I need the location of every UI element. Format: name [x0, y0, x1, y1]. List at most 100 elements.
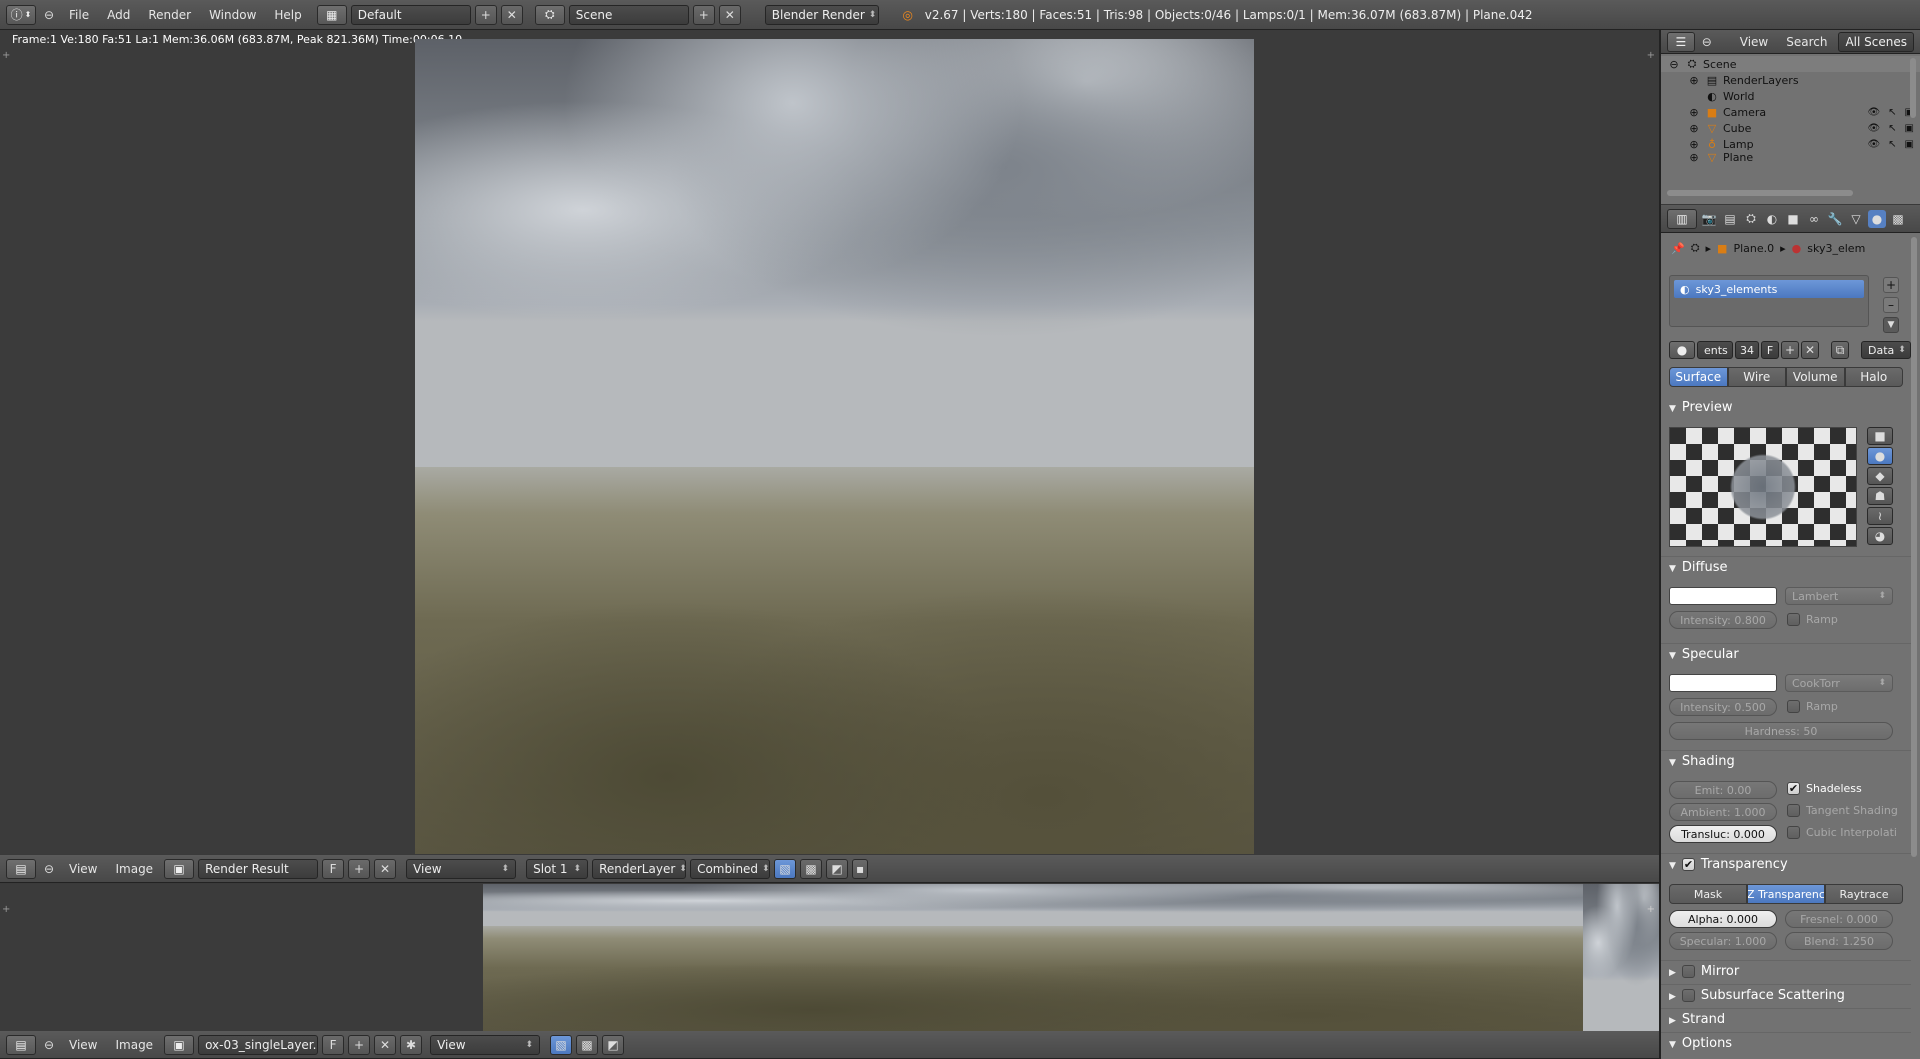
image-browse-icon-2[interactable]: ▣: [164, 1034, 195, 1055]
eye-icon-2[interactable]: 👁: [1867, 123, 1880, 134]
expand-icon-4[interactable]: ⊕: [1687, 121, 1701, 135]
tab-mask[interactable]: Mask: [1669, 884, 1747, 904]
draw-alpha-icon[interactable]: ▩: [800, 858, 823, 879]
outliner-menu-view[interactable]: View: [1733, 35, 1775, 49]
shading-panel-header[interactable]: Shading: [1661, 750, 1911, 772]
draw-zbuffer-icon[interactable]: ◩: [826, 858, 849, 879]
constraints-tab-icon[interactable]: ∞: [1805, 210, 1823, 228]
menu-file[interactable]: File: [62, 8, 96, 22]
transparency-specular-field[interactable]: Specular: 1.000: [1669, 932, 1777, 950]
tab-volume[interactable]: Volume: [1786, 367, 1845, 387]
image-name-field-2[interactable]: ox-03_singleLayer.png: [198, 1034, 319, 1055]
collapse-menu-icon-3[interactable]: ⊖: [40, 1036, 58, 1054]
transparency-checkbox[interactable]: ✔: [1681, 858, 1695, 871]
tab-halo[interactable]: Halo: [1844, 367, 1903, 387]
menu-render[interactable]: Render: [141, 8, 198, 22]
editor-type-image-button-2[interactable]: ▤: [6, 1034, 36, 1055]
properties-scrollbar[interactable]: [1911, 237, 1917, 857]
fresnel-field[interactable]: Fresnel: 0.000: [1785, 910, 1893, 928]
diffuse-intensity-field[interactable]: Intensity: 0.800: [1669, 611, 1777, 629]
view-mode-select-2[interactable]: View: [430, 1034, 541, 1055]
tab-wire[interactable]: Wire: [1727, 367, 1786, 387]
expand-icon[interactable]: ⊖: [1667, 57, 1681, 71]
material-tab-icon[interactable]: ●: [1868, 209, 1886, 228]
menu-window[interactable]: Window: [202, 8, 263, 22]
editor-type-image-button[interactable]: ▤: [6, 858, 36, 879]
scene-tab-icon[interactable]: ⛭: [1742, 210, 1760, 228]
preview-sphere-icon[interactable]: ●: [1867, 447, 1893, 465]
render-tab-icon[interactable]: 📷: [1700, 210, 1718, 228]
new-image-icon[interactable]: +: [348, 858, 371, 879]
menu-view[interactable]: View: [62, 862, 104, 876]
options-panel-header[interactable]: Options: [1661, 1032, 1911, 1054]
corner-plus-icon-bottom-right[interactable]: +: [1647, 904, 1655, 915]
preview-cube-icon[interactable]: ◆: [1867, 467, 1893, 485]
material-node-icon[interactable]: ⧉: [1831, 341, 1849, 359]
material-users-count[interactable]: 34: [1735, 341, 1759, 359]
material-new-icon[interactable]: +: [1781, 341, 1799, 359]
fake-user-button[interactable]: F: [322, 858, 345, 879]
layers-tab-icon[interactable]: ▤: [1721, 210, 1739, 228]
preview-panel-header[interactable]: Preview: [1661, 396, 1911, 418]
specular-shader-select[interactable]: CookTorr ⬍: [1785, 674, 1893, 692]
slot-specials-button[interactable]: ▼: [1883, 317, 1899, 333]
specular-ramp-checkbox[interactable]: Ramp: [1787, 700, 1838, 713]
menu-view-2[interactable]: View: [62, 1038, 104, 1052]
menu-image-2[interactable]: Image: [108, 1038, 160, 1052]
corner-plus-icon[interactable]: +: [2, 50, 10, 61]
material-browse-icon[interactable]: ●: [1669, 341, 1695, 359]
cubic-interpolation-checkbox[interactable]: Cubic Interpolati: [1787, 826, 1897, 839]
screen-layout-field[interactable]: Default: [350, 4, 471, 25]
slot-remove-button[interactable]: –: [1883, 297, 1899, 313]
editor-type-properties-button[interactable]: ▥: [1667, 208, 1697, 229]
slot-add-button[interactable]: +: [1883, 277, 1899, 293]
editor-type-info-button[interactable]: ⓘ ⬍: [6, 4, 36, 25]
corner-plus-icon-right[interactable]: +: [1647, 50, 1655, 61]
draw-image-alpha-icon-2[interactable]: ▧: [550, 1034, 573, 1055]
remove-layout-icon[interactable]: ✕: [500, 4, 523, 25]
texture-tab-icon[interactable]: ▩: [1889, 210, 1907, 228]
pin-icon[interactable]: 📌: [1671, 242, 1685, 255]
outliner-row-cube[interactable]: ⊕ ▽ Cube 👁 ↖ ▣: [1661, 120, 1920, 136]
expand-icon-5[interactable]: ⊕: [1687, 137, 1701, 151]
object-tab-icon[interactable]: ■: [1784, 210, 1802, 228]
mirror-panel-header[interactable]: Mirror: [1661, 960, 1911, 982]
diffuse-color-swatch[interactable]: [1669, 587, 1777, 605]
outliner-row-scene[interactable]: ⊖ ⛭ Scene: [1661, 56, 1920, 72]
remove-scene-icon[interactable]: ✕: [718, 4, 741, 25]
preview-flat-icon[interactable]: ■: [1867, 427, 1893, 445]
outliner-row-camera[interactable]: ⊕■Camera👁↖▣: [1661, 104, 1920, 120]
collapse-menu-icon[interactable]: ⊖: [40, 6, 58, 24]
render-icon-3[interactable]: ▣: [1905, 139, 1914, 150]
view-mode-select[interactable]: View: [406, 858, 517, 879]
data-tab-icon[interactable]: ▽: [1847, 210, 1865, 228]
strand-panel-header[interactable]: Strand: [1661, 1008, 1911, 1030]
render-layer-select[interactable]: RenderLayer: [592, 858, 687, 879]
expand-icon-6[interactable]: ⊕: [1687, 152, 1701, 162]
tab-surface[interactable]: Surface: [1669, 367, 1728, 387]
add-layout-icon[interactable]: +: [474, 4, 497, 25]
corner-plus-icon-bottom[interactable]: +: [2, 904, 10, 915]
material-link-select[interactable]: Data: [1861, 341, 1911, 359]
pin-image-icon[interactable]: ✱: [400, 1034, 423, 1055]
outliner-vscrollbar[interactable]: [1910, 58, 1916, 118]
fake-user-button-2[interactable]: F: [322, 1034, 345, 1055]
menu-add[interactable]: Add: [100, 8, 137, 22]
render-engine-select[interactable]: Blender Render: [764, 4, 879, 25]
unlink-image-icon[interactable]: ✕: [374, 858, 397, 879]
tab-z-transparency[interactable]: Z Transparenc: [1747, 884, 1825, 904]
shadeless-checkbox[interactable]: ✔ Shadeless: [1787, 782, 1862, 795]
eye-icon[interactable]: 👁: [1867, 107, 1880, 118]
render-icon-2[interactable]: ▣: [1905, 123, 1914, 134]
preview-monkey-icon[interactable]: ☗: [1867, 487, 1893, 505]
expand-icon-2[interactable]: ⊕: [1687, 73, 1701, 87]
diffuse-ramp-checkbox[interactable]: Ramp: [1787, 613, 1838, 626]
new-image-icon-2[interactable]: +: [348, 1034, 371, 1055]
collapse-menu-icon-4[interactable]: ⊖: [1699, 33, 1715, 51]
channel-icon[interactable]: ▪: [852, 858, 869, 879]
cursor-icon-2[interactable]: ↖: [1888, 123, 1896, 134]
menu-image[interactable]: Image: [108, 862, 160, 876]
draw-alpha-icon-2[interactable]: ▩: [576, 1034, 599, 1055]
outliner-row-plane[interactable]: ⊕ ▽ Plane: [1661, 152, 1920, 162]
add-scene-icon[interactable]: +: [692, 4, 715, 25]
